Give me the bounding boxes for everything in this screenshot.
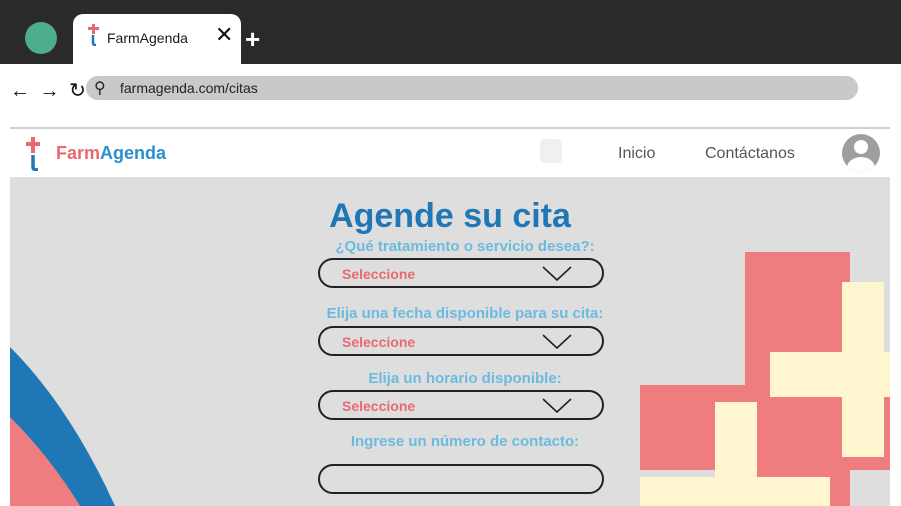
page-title: Agende su cita bbox=[329, 197, 571, 235]
close-tab-icon[interactable]: ✕ bbox=[215, 24, 233, 46]
window-control-dot[interactable] bbox=[25, 22, 57, 54]
appointment-section: Agende su cita ¿Qué tratamiento o servic… bbox=[10, 177, 890, 506]
browser-tab[interactable]: FarmAgenda ✕ bbox=[73, 14, 241, 64]
time-select-value: Seleccione bbox=[342, 398, 416, 414]
service-select[interactable]: Seleccione bbox=[318, 258, 604, 288]
home-icon bbox=[540, 139, 562, 163]
back-forward-reload-icons[interactable]: ← → ↻ bbox=[10, 78, 88, 103]
browser-tab-bar: FarmAgenda ✕ + bbox=[0, 0, 901, 64]
service-label: ¿Qué tratamiento o servicio desea?: bbox=[335, 238, 595, 255]
phone-input[interactable] bbox=[318, 464, 604, 494]
brand-name-agenda: Agenda bbox=[100, 143, 167, 163]
phone-label: Ingrese un número de contacto: bbox=[350, 433, 580, 450]
time-select[interactable]: Seleccione bbox=[318, 390, 604, 420]
search-icon: ⚲ bbox=[94, 80, 106, 97]
farmagenda-logo-icon bbox=[88, 24, 99, 46]
service-select-value: Seleccione bbox=[342, 266, 416, 282]
avatar[interactable] bbox=[842, 134, 880, 172]
site-header: FarmAgenda Inicio Contáctanos bbox=[10, 129, 890, 177]
date-select[interactable]: Seleccione bbox=[318, 326, 604, 356]
nav-link-contactanos[interactable]: Contáctanos bbox=[705, 145, 795, 163]
chevron-down-icon bbox=[542, 266, 572, 282]
brand-name-farm: Farm bbox=[56, 143, 101, 163]
address-bar[interactable]: ⚲ farmagenda.com/citas bbox=[86, 76, 858, 100]
time-label: Elija un horario disponible: bbox=[368, 370, 562, 387]
nav-link-inicio[interactable]: Inicio bbox=[618, 145, 655, 163]
date-select-value: Seleccione bbox=[342, 334, 416, 350]
farmagenda-logo-icon[interactable] bbox=[26, 137, 40, 171]
chevron-down-icon bbox=[542, 334, 572, 350]
url-text[interactable]: farmagenda.com/citas bbox=[120, 80, 258, 96]
chevron-down-icon bbox=[542, 398, 572, 414]
new-tab-icon[interactable]: + bbox=[245, 26, 260, 52]
date-label: Elija una fecha disponible para su cita: bbox=[326, 305, 604, 322]
tab-title: FarmAgenda bbox=[107, 30, 188, 46]
brand-name[interactable]: FarmAgenda bbox=[56, 143, 166, 164]
